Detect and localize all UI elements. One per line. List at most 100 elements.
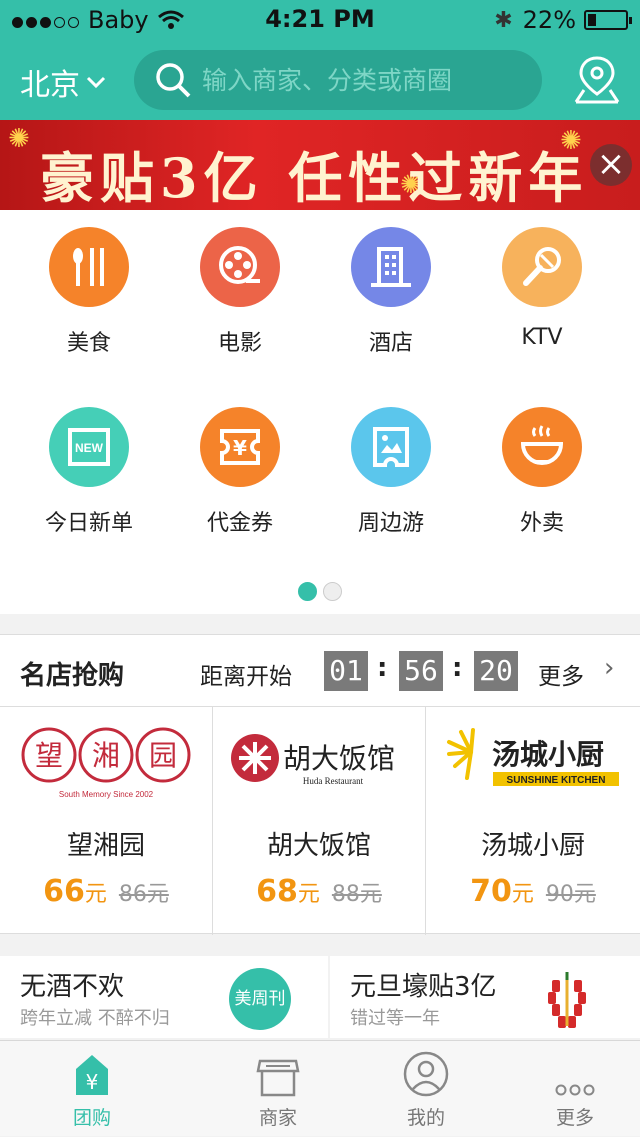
promo-title: 元旦壕贴3亿 [350,972,497,1002]
search-input[interactable] [202,65,522,95]
film-reel-icon [219,246,260,284]
promo-subtitle: 错过等一年 [350,1008,440,1029]
shop-logo: 胡大饭馆 Huda Restaurant [213,707,425,817]
svg-text:SUNSHINE KITCHEN: SUNSHINE KITCHEN [507,775,606,786]
ellipsis-icon [555,1084,595,1096]
flash-sale-header: 名店抢购 距离开始 01 : 56 : 20 更多 › [0,635,640,707]
new-badge-icon: NEW [68,428,110,466]
countdown-separator: : [377,653,388,683]
storefront-icon [256,1059,300,1097]
battery-icon [584,10,632,30]
category-takeout[interactable]: 外卖 [462,390,622,560]
original-price: 90元 [545,882,596,907]
chevron-down-icon [86,76,106,89]
svg-text:园: 园 [149,739,177,772]
shop-card[interactable]: 望 湘 园 South Memory Since 2002 望湘园 66元 86元 [0,707,213,935]
sale-price: 66元 [43,874,107,909]
page-dot-active[interactable] [298,582,317,601]
category-hotel[interactable]: 酒店 [311,210,471,380]
battery-percent: 22% [522,6,576,34]
city-label: 北京 [20,68,80,103]
map-location-button[interactable] [572,54,622,106]
search-bar[interactable] [134,50,542,110]
svg-text:望: 望 [35,739,63,772]
category-voucher[interactable]: ¥ 代金券 [160,390,320,560]
shop-logo: 望 湘 园 South Memory Since 2002 [0,707,212,817]
bowl-icon [520,425,564,465]
shop-logo: 汤城小厨 SUNSHINE KITCHEN [426,707,640,817]
original-price: 86元 [118,882,169,907]
category-label: 美食 [66,331,111,356]
promo-tile[interactable]: 元旦壕贴3亿 错过等一年 [330,956,640,1038]
svg-text:Huda Restaurant: Huda Restaurant [303,776,364,786]
bottom-tab-bar: ¥ 团购 商家 我的 更多 [0,1040,640,1136]
countdown-hours: 01 [324,651,368,691]
travel-ticket-icon [373,427,409,467]
category-nearby-travel[interactable]: 周边游 [311,390,471,560]
category-ktv[interactable]: KTV [462,210,622,380]
flash-sale-more-link[interactable]: 更多 [538,657,584,691]
category-icon-bg: ¥ [200,407,280,487]
category-label: 电影 [217,331,262,356]
shop-prices: 66元 86元 [0,874,212,909]
svg-text:NEW: NEW [75,441,104,455]
chevron-right-icon[interactable]: › [604,653,614,683]
sale-price: 70元 [470,874,534,909]
tab-label: 我的 [406,1107,445,1129]
page-indicator[interactable] [298,582,348,605]
category-icon-bg [49,227,129,307]
category-label: 今日新单 [44,511,133,536]
promo-subtitle: 跨年立减 不醉不归 [20,1008,170,1029]
yen-ticket-icon: ¥ [220,429,260,465]
original-price: 88元 [331,882,382,907]
tab-group-buy[interactable]: ¥ 团购 [12,1041,172,1137]
microphone-icon [523,247,561,286]
svg-text:汤城小厨: 汤城小厨 [492,738,604,771]
countdown-minutes: 56 [399,651,443,691]
shop-card[interactable]: 汤城小厨 SUNSHINE KITCHEN 汤城小厨 70元 90元 [426,707,640,935]
flash-sale-title: 名店抢购 [20,661,125,691]
shop-card[interactable]: 胡大饭馆 Huda Restaurant 胡大饭馆 68元 88元 [213,707,426,935]
tab-me[interactable]: 我的 [346,1041,506,1137]
category-label: KTV [521,325,563,350]
search-icon [156,63,191,98]
shop-prices: 68元 88元 [213,874,425,909]
shop-name: 汤城小厨 [480,831,585,861]
svg-text:¥: ¥ [233,436,247,460]
firework-icon: ✺ [8,124,30,154]
svg-text:¥: ¥ [86,1070,99,1094]
category-movie[interactable]: 电影 [160,210,320,380]
category-new-today[interactable]: NEW 今日新单 [9,390,169,560]
map-pin-icon [574,56,620,104]
category-label: 代金券 [206,511,273,536]
page-dot[interactable] [323,582,342,601]
sale-price: 68元 [256,874,320,909]
shop-prices: 70元 90元 [426,874,640,909]
svg-text:胡大饭馆: 胡大饭馆 [283,742,395,775]
firecracker-icon [548,972,586,1028]
status-bar: Baby 4:21 PM ✱ 22% [0,0,640,40]
close-banner-button[interactable]: × [590,144,632,186]
category-label: 酒店 [368,331,413,356]
fork-knife-icon [73,248,104,286]
countdown-seconds: 20 [474,651,518,691]
countdown-separator: : [452,653,463,683]
category-icon-bg [502,407,582,487]
category-icon-bg: NEW [49,407,129,487]
svg-text:South Memory Since 2002: South Memory Since 2002 [59,790,154,799]
tab-more[interactable]: 更多 [495,1041,640,1137]
flash-sale-section: 名店抢购 距离开始 01 : 56 : 20 更多 › 望 湘 园 South … [0,634,640,935]
promo-tile[interactable]: 无酒不欢 跨年立减 不醉不归 美周刊 [0,956,328,1038]
promo-banner[interactable]: ✺ ✺ ✺ 豪贴3亿 任性过新年 × [0,120,640,210]
tab-label: 团购 [72,1107,111,1129]
category-icon-bg [351,227,431,307]
yen-bag-icon: ¥ [76,1055,108,1095]
category-icon-bg [200,227,280,307]
category-grid: 美食 电影 酒店 KTV NEW 今日新单 ¥ 代金券 周边游 外卖 [0,210,640,614]
city-selector[interactable]: 北京 [20,60,106,104]
category-food[interactable]: 美食 [9,210,169,380]
category-label: 周边游 [357,511,424,536]
category-icon-bg [351,407,431,487]
tab-merchants[interactable]: 商家 [198,1041,358,1137]
weekly-magazine-badge: 美周刊 [229,968,291,1030]
